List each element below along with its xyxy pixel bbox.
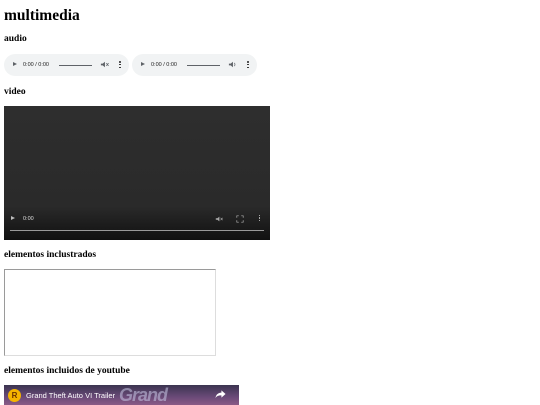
share-icon[interactable]: [215, 389, 226, 399]
youtube-heading: elementos incluidos de youtube: [4, 366, 130, 376]
audio-player-2[interactable]: 0:00 / 0:00: [132, 54, 257, 76]
page-title: multimedia: [4, 7, 80, 24]
audio-player-1[interactable]: 0:00 / 0:00: [4, 54, 129, 76]
video-time: 0:00: [23, 215, 34, 222]
video-title-link[interactable]: Grand Theft Auto VI Trailer: [26, 391, 115, 400]
audio-heading: audio: [4, 34, 27, 44]
volume-icon[interactable]: [228, 60, 237, 69]
play-icon[interactable]: [141, 62, 145, 66]
youtube-embed[interactable]: Grand R Grand Theft Auto VI Trailer: [4, 385, 239, 405]
play-icon[interactable]: [13, 62, 17, 66]
thumbnail-watermark: Grand: [119, 385, 168, 405]
video-heading: video: [4, 87, 26, 97]
volume-muted-icon[interactable]: [215, 215, 223, 223]
more-vert-icon[interactable]: [259, 215, 261, 223]
video-progress-track[interactable]: [10, 230, 264, 231]
embedded-heading: elementos inclustrados: [4, 250, 97, 260]
video-player[interactable]: 0:00: [4, 106, 270, 240]
audio-time: 0:00 / 0:00: [23, 61, 49, 68]
channel-logo[interactable]: R: [8, 389, 21, 402]
audio-progress-track[interactable]: [59, 64, 92, 66]
play-icon[interactable]: [11, 216, 15, 220]
more-vert-icon[interactable]: [119, 61, 121, 69]
more-vert-icon[interactable]: [247, 61, 249, 69]
audio-time: 0:00 / 0:00: [151, 61, 177, 68]
volume-muted-icon[interactable]: [100, 60, 109, 69]
audio-progress-track[interactable]: [187, 64, 220, 66]
embedded-frame[interactable]: [4, 269, 216, 356]
fullscreen-icon[interactable]: [236, 215, 244, 223]
